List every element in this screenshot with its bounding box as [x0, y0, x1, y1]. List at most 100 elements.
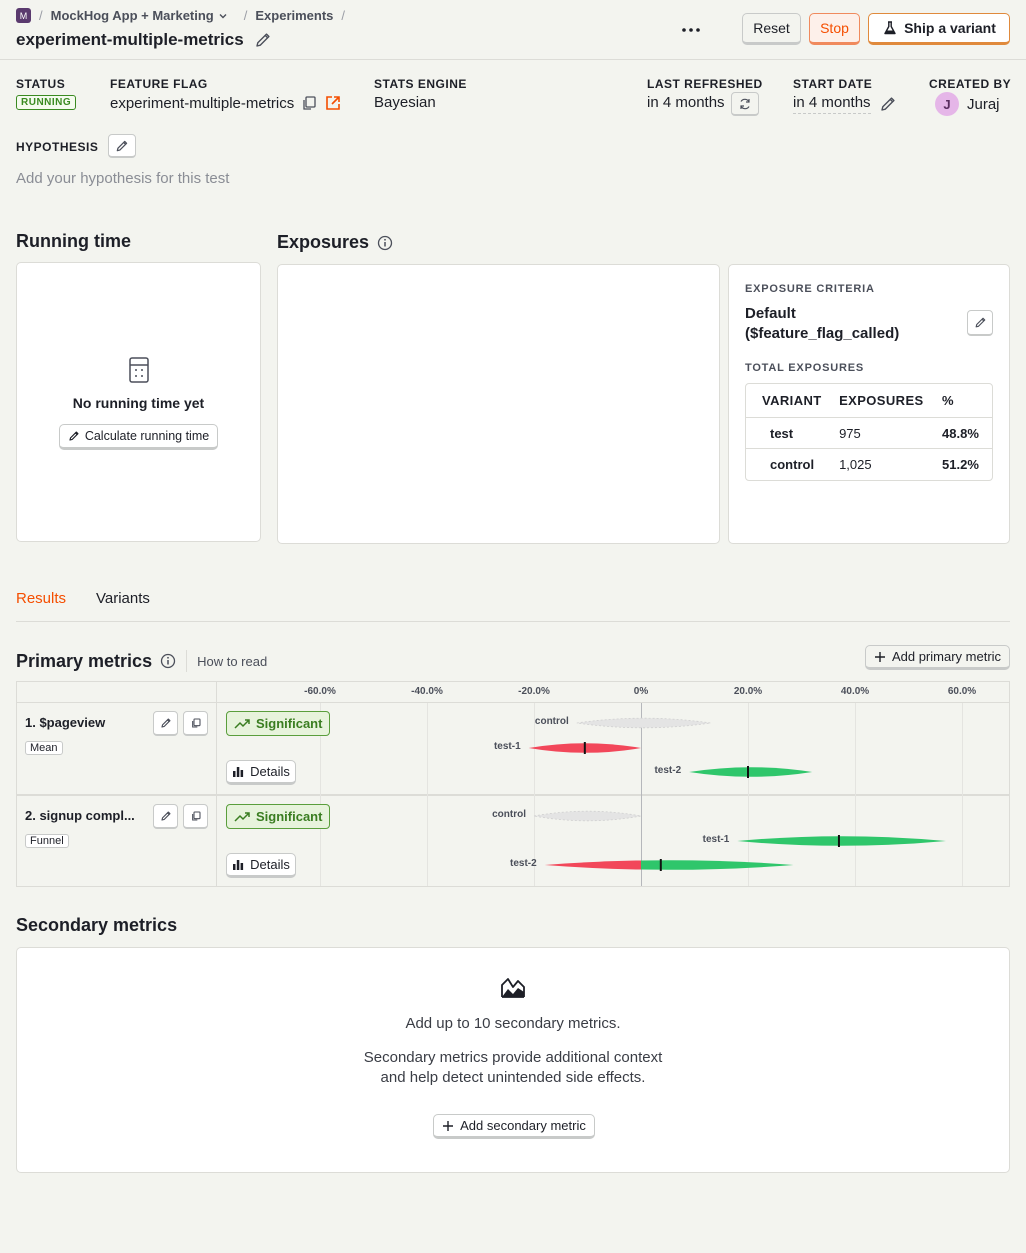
hypothesis-label: HYPOTHESIS: [16, 140, 99, 154]
open-external-icon[interactable]: [324, 94, 342, 112]
primary-metrics-table: -60.0% -40.0% -20.0% 0% 20.0% 40.0% 60.0% cont…: [16, 681, 1010, 887]
avatar: J: [935, 92, 959, 116]
exposure-summary-card: EXPOSURE CRITERIA Default ($feature_flag…: [728, 264, 1010, 544]
violin-control: [576, 717, 711, 729]
details-button[interactable]: Details: [226, 760, 296, 785]
variant-percent: 48.8%: [942, 417, 992, 449]
details-button[interactable]: Details: [226, 853, 296, 878]
violin-test-1: [737, 836, 946, 846]
duplicate-metric-button[interactable]: [183, 804, 208, 829]
col-exposures: EXPOSURES: [839, 384, 943, 418]
total-exposures-label: TOTAL EXPOSURES: [745, 362, 864, 374]
variant-label: test-1: [702, 834, 730, 845]
feature-flag-value: experiment-multiple-metrics: [110, 94, 295, 112]
running-time-empty: No running time yet: [72, 395, 205, 411]
edit-hypothesis-button[interactable]: [108, 134, 136, 158]
secondary-description-2: and help detect unintended side effects.: [380, 1069, 646, 1086]
edit-metric-button[interactable]: [153, 804, 178, 829]
variant-label: control: [534, 716, 569, 727]
last-refreshed-value: in 4 months: [647, 94, 725, 111]
status-badge: RUNNING: [16, 95, 77, 110]
duplicate-metric-button[interactable]: [183, 711, 208, 736]
pencil-icon: [975, 317, 985, 328]
pencil-icon: [69, 431, 79, 441]
primary-metrics-title: Primary metrics: [16, 650, 153, 671]
variant-label: test-2: [654, 765, 682, 776]
pencil-icon: [116, 140, 128, 151]
how-to-read-link[interactable]: How to read: [197, 654, 267, 669]
trending-up-icon: [234, 811, 250, 822]
violin-control: [533, 810, 642, 822]
chart-empty-icon: [501, 978, 525, 998]
variant-percent: 51.2%: [942, 456, 979, 472]
experiment-name: experiment-multiple-metrics: [16, 30, 244, 49]
edit-criteria-button[interactable]: [967, 310, 993, 336]
copy-icon[interactable]: [300, 94, 318, 112]
copy-icon: [191, 811, 201, 821]
created-by-label: CREATED BY: [929, 77, 1012, 91]
significant-badge: Significant: [226, 804, 331, 829]
running-time-card: No running time yet Calculate running ti…: [16, 262, 261, 542]
col-percent: %: [942, 384, 992, 418]
tab-results[interactable]: Results: [16, 590, 66, 607]
info-icon[interactable]: [160, 653, 176, 669]
breadcrumb-experiments[interactable]: Experiments: [255, 8, 333, 23]
variant-name: control: [770, 456, 815, 472]
variant-name: test: [746, 417, 840, 449]
header-divider: [0, 59, 1026, 60]
variant-exposures: 1,025: [839, 456, 872, 472]
flask-icon: [884, 21, 896, 35]
table-row: test 975 48.8%: [746, 417, 992, 449]
page-title: experiment-multiple-metrics: [16, 30, 272, 50]
exposure-criteria-value: Default ($feature_flag_called): [745, 305, 900, 342]
plus-icon: [443, 1120, 454, 1131]
bar-chart-icon: [233, 766, 244, 777]
variant-label: control: [492, 809, 526, 820]
project-logo: M: [16, 8, 31, 23]
more-icon: [682, 28, 700, 32]
exposures-title: Exposures: [277, 232, 370, 252]
add-primary-metric-button[interactable]: Add primary metric: [865, 645, 1010, 670]
calculate-running-time-button[interactable]: Calculate running time: [59, 424, 218, 450]
copy-icon: [191, 718, 201, 728]
plus-icon: [874, 651, 885, 662]
stats-engine-label: STATS ENGINE: [374, 77, 467, 91]
feature-flag: experiment-multiple-metrics: [110, 94, 342, 112]
violin-plot: [528, 717, 946, 871]
breadcrumb: M / MockHog App + Marketing / Experiment…: [16, 8, 345, 23]
last-refreshed-label: LAST REFRESHED: [647, 77, 763, 91]
edit-metric-button[interactable]: [153, 711, 178, 736]
exposures-header: Exposures: [277, 232, 393, 253]
ship-variant-button[interactable]: Ship a variant: [868, 13, 1010, 45]
tab-variants[interactable]: Variants: [96, 590, 150, 607]
tabs-divider: [16, 621, 1010, 622]
refresh-icon: [740, 98, 750, 109]
hypothesis-placeholder: Add your hypothesis for this test: [16, 170, 230, 187]
pencil-icon: [160, 811, 170, 821]
status-label: STATUS: [16, 77, 66, 91]
more-menu-button[interactable]: [678, 20, 704, 40]
info-icon[interactable]: [377, 235, 393, 251]
created-by-value: Juraj: [967, 95, 1000, 113]
primary-metrics-header: Primary metrics How to read: [16, 650, 267, 672]
stop-button[interactable]: Stop: [809, 13, 860, 45]
add-secondary-metric-button[interactable]: Add secondary metric: [433, 1114, 595, 1139]
metric-type-tag: Funnel: [25, 834, 69, 848]
running-time-title: Running time: [16, 231, 131, 251]
refresh-button[interactable]: [731, 92, 759, 116]
metrics-chart: -60.0% -40.0% -20.0% 0% 20.0% 40.0% 60.0% cont…: [218, 682, 1009, 886]
pencil-icon[interactable]: [254, 31, 272, 49]
variant-exposures: 975: [839, 417, 943, 449]
pencil-icon[interactable]: [879, 95, 897, 113]
metric-title: 2. signup compl...: [25, 808, 135, 823]
bar-chart-icon: [233, 859, 244, 870]
reset-button[interactable]: Reset: [742, 13, 801, 45]
feature-flag-label: FEATURE FLAG: [110, 77, 208, 91]
breadcrumb-project[interactable]: MockHog App + Marketing: [51, 8, 228, 23]
col-variant: VARIANT: [746, 384, 840, 418]
calculator-icon: [129, 357, 149, 383]
metric-type-tag: Mean: [25, 741, 63, 755]
secondary-headline: Add up to 10 secondary metrics.: [405, 1015, 621, 1032]
exposure-criteria-label: EXPOSURE CRITERIA: [745, 283, 875, 295]
start-date-value[interactable]: in 4 months: [793, 94, 871, 114]
